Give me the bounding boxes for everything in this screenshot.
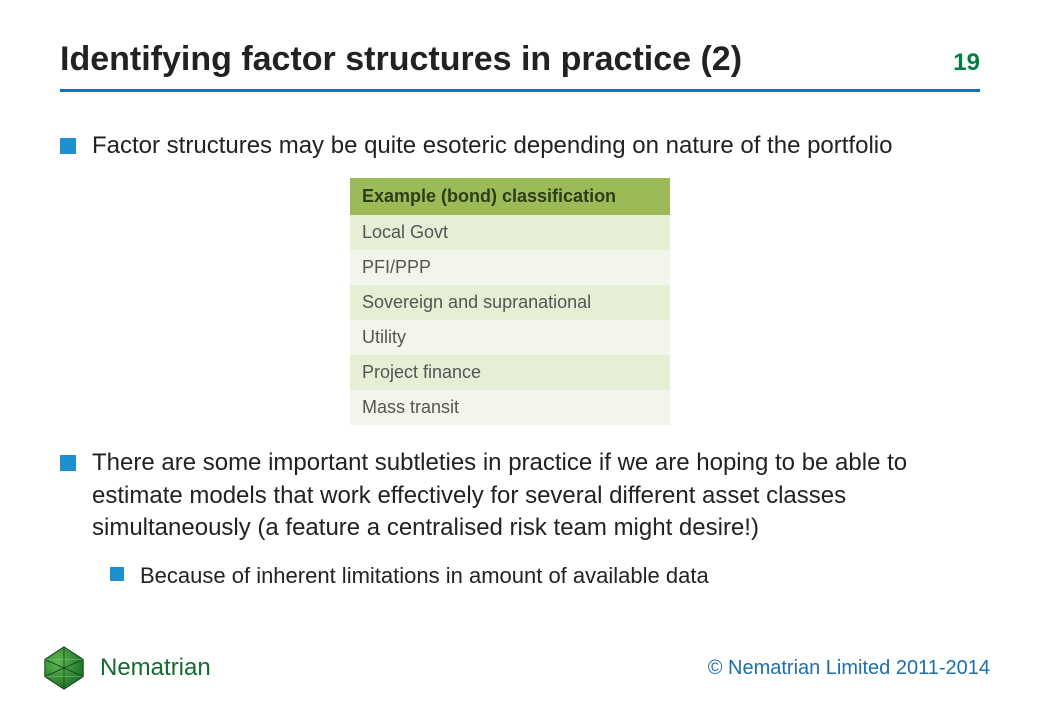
classification-table-wrap: Example (bond) classification Local Govt… [350,178,980,425]
table-cell: Project finance [350,355,670,390]
table-row: Project finance [350,355,670,390]
table-row: Sovereign and supranational [350,285,670,320]
table-cell: Utility [350,320,670,355]
table-cell: PFI/PPP [350,250,670,285]
bullet-item: Factor structures may be quite esoteric … [60,130,980,162]
content: Factor structures may be quite esoteric … [0,100,1040,590]
page-title: Identifying factor structures in practic… [60,40,742,79]
sub-bullet-text: Because of inherent limitations in amoun… [140,561,709,591]
table-row: Mass transit [350,390,670,425]
logo-icon [40,644,88,692]
table-cell: Mass transit [350,390,670,425]
footer: Nematrian © Nematrian Limited 2011-2014 [40,644,990,692]
brand-name: Nematrian [100,654,211,682]
square-bullet-icon [60,455,76,471]
title-divider [60,89,980,92]
copyright: © Nematrian Limited 2011-2014 [708,657,990,680]
table-row: Local Govt [350,215,670,250]
classification-table: Example (bond) classification Local Govt… [350,178,670,425]
square-bullet-icon [110,567,124,581]
table-cell: Local Govt [350,215,670,250]
square-bullet-icon [60,138,76,154]
table-row: Utility [350,320,670,355]
header-row: Identifying factor structures in practic… [60,40,980,79]
bullet-item: There are some important subtleties in p… [60,447,980,544]
slide: Identifying factor structures in practic… [0,0,1040,720]
brand: Nematrian [40,644,211,692]
table-header-cell: Example (bond) classification [350,178,670,215]
bullet-text: There are some important subtleties in p… [92,447,980,544]
table-header-row: Example (bond) classification [350,178,670,215]
table-row: PFI/PPP [350,250,670,285]
header: Identifying factor structures in practic… [0,0,1040,92]
bullet-text: Factor structures may be quite esoteric … [92,130,892,162]
table-cell: Sovereign and supranational [350,285,670,320]
sub-bullet-item: Because of inherent limitations in amoun… [110,561,980,591]
page-number: 19 [953,49,980,77]
